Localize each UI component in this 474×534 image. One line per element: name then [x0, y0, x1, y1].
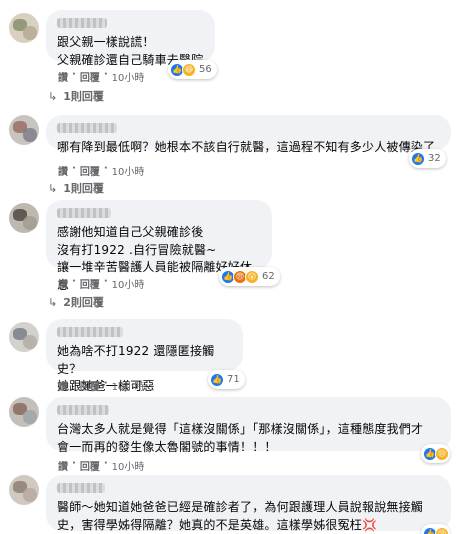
reactions-summary[interactable]: 👍 😆 56 [168, 60, 217, 79]
author-name[interactable] [57, 483, 105, 493]
view-replies[interactable]: ↳ 1則回覆 [48, 180, 104, 196]
replies-count: 2則回覆 [63, 296, 104, 309]
reactions-summary[interactable]: 👍 😠 😮 62 [219, 267, 280, 286]
timestamp[interactable]: 10小時 [112, 378, 145, 393]
like-button[interactable]: 讚 [58, 458, 68, 473]
author-name[interactable] [57, 327, 123, 337]
author-name[interactable] [57, 405, 109, 415]
avatar[interactable] [9, 322, 39, 352]
timestamp[interactable]: 10小時 [112, 458, 145, 473]
like-button[interactable]: 讚 [58, 276, 68, 291]
comment-actions: 讚 · 回覆 · 10小時 [58, 378, 145, 393]
reply-arrow-icon: ↳ [48, 89, 58, 103]
like-icon: 👍 [210, 372, 224, 387]
comment-actions: 讚 · 回覆 · 10小時 [58, 276, 145, 291]
reactions-summary[interactable]: 👍 71 [208, 370, 245, 389]
avatar[interactable] [9, 397, 39, 427]
avatar[interactable] [9, 13, 39, 43]
replies-count: 1則回覆 [63, 90, 104, 103]
comment-actions: 讚 · 回覆 · 10小時 [58, 163, 145, 178]
comment-text: 哪有降到最低啊？她根本不該自行就醫，這過程不知有多少人被傳染了 [57, 140, 436, 154]
replies-count: 1則回覆 [63, 182, 104, 195]
reaction-count: 56 [199, 64, 212, 75]
comment-bubble: 跟父親一樣說謊！ 父親確診還自己騎車去醫院 [46, 10, 215, 67]
comment-text: 醫師～她知道她爸爸已經是確診者了，為何跟護理人員說報說無接觸 史，害得學姊得隔離… [57, 500, 424, 532]
avatar[interactable] [9, 475, 39, 505]
reactions-summary[interactable]: 👍 32 [409, 149, 446, 168]
like-button[interactable]: 讚 [58, 69, 68, 84]
comment-bubble: 哪有降到最低啊？她根本不該自行就醫，這過程不知有多少人被傳染了 [46, 115, 451, 154]
author-name[interactable] [57, 123, 117, 133]
sad-icon: 😢 [435, 446, 449, 461]
reactions-summary[interactable]: 👍 😢 [421, 524, 450, 534]
like-icon: 👍 [411, 151, 425, 166]
comment-bubble: 台灣太多人就是覺得「這樣沒關係」「那樣沒關係」，這種態度我們才 會一而再的發生像… [46, 397, 451, 454]
like-button[interactable]: 讚 [58, 378, 68, 393]
reaction-count: 62 [262, 271, 275, 282]
reaction-count: 71 [227, 374, 240, 385]
reply-arrow-icon: ↳ [48, 181, 58, 195]
haha-icon: 😆 [182, 62, 196, 77]
view-replies[interactable]: ↳ 1則回覆 [48, 88, 104, 104]
timestamp[interactable]: 10小時 [112, 163, 145, 178]
reaction-count: 32 [428, 153, 441, 164]
wow-icon: 😮 [245, 269, 259, 284]
reactions-summary[interactable]: 👍 😢 [421, 444, 450, 463]
author-name[interactable] [57, 208, 111, 218]
comment-text: 台灣太多人就是覺得「這樣沒關係」「那樣沒關係」，這種態度我們才 會一而再的發生像… [57, 422, 424, 454]
avatar[interactable] [9, 115, 39, 145]
timestamp[interactable]: 10小時 [112, 276, 145, 291]
like-button[interactable]: 讚 [58, 163, 68, 178]
comment-bubble: 她為啥不打1922 還隱匿接觸史？ 她跟她爸一樣可惡 [46, 319, 243, 393]
reply-button[interactable]: 回覆 [80, 458, 100, 473]
reply-arrow-icon: ↳ [48, 295, 58, 309]
sad-icon: 😢 [435, 526, 449, 534]
timestamp[interactable]: 10小時 [112, 69, 145, 84]
author-name[interactable] [57, 18, 107, 28]
view-replies[interactable]: ↳ 2則回覆 [48, 294, 104, 310]
reply-button[interactable]: 回覆 [80, 69, 100, 84]
comment-bubble: 感謝他知道自己父親確診後 沒有打1922 .自行冒險就醫~ 讓一堆辛苦醫護人員能… [46, 200, 272, 292]
avatar[interactable] [9, 203, 39, 233]
comment-actions: 讚 · 回覆 · 10小時 [58, 458, 145, 473]
reply-button[interactable]: 回覆 [80, 163, 100, 178]
comment-actions: 讚 · 回覆 · 10小時 [58, 69, 145, 84]
reply-button[interactable]: 回覆 [80, 276, 100, 291]
reply-button[interactable]: 回覆 [80, 378, 100, 393]
comment-bubble: 醫師～她知道她爸爸已經是確診者了，為何跟護理人員說報說無接觸 史，害得學姊得隔離… [46, 475, 451, 532]
